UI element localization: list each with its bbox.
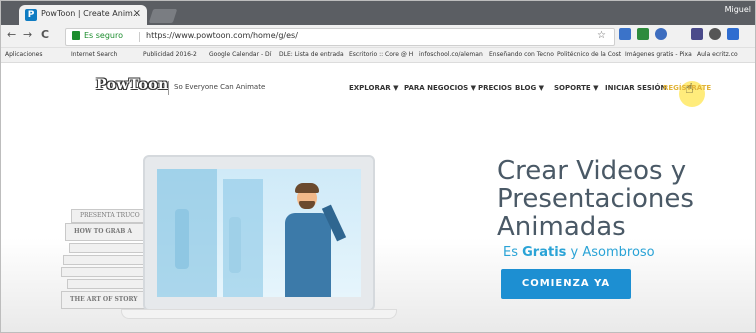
nav-support[interactable]: SOPORTE ▼	[554, 84, 599, 92]
bookmark-item[interactable]: Publicidad 2016-2	[143, 51, 197, 58]
new-tab-button[interactable]	[148, 9, 178, 23]
back-icon[interactable]: ←	[7, 28, 16, 41]
hero-title: Crear Videos y Presentaciones Animadas	[497, 157, 694, 241]
bookmark-item[interactable]: Enseñando con Tecno	[489, 51, 554, 58]
bookmark-item[interactable]: Politécnico de la Cost	[557, 51, 621, 58]
nav-blog[interactable]: BLOG ▼	[515, 84, 544, 92]
background-person	[229, 217, 241, 273]
bookmark-apps[interactable]: Aplicaciones	[5, 51, 42, 58]
extension-icon-6[interactable]	[727, 28, 739, 40]
nav-explore[interactable]: EXPLORAR ▼	[349, 84, 399, 92]
bookmark-item[interactable]: Internet Search	[71, 51, 117, 58]
laptop-screen	[157, 169, 361, 297]
powtoon-logo[interactable]: PowToon	[96, 77, 169, 93]
bookmark-item[interactable]: Imágenes gratis - Pixa	[625, 51, 692, 58]
cta-start-button[interactable]: COMIENZA YA	[501, 269, 631, 299]
lock-icon	[72, 31, 80, 40]
laptop-illustration	[143, 155, 375, 311]
extension-icon-4[interactable]	[691, 28, 703, 40]
bookmark-item[interactable]: Aula ecritz.co	[697, 51, 738, 58]
hero-title-line3: Animadas	[497, 212, 626, 242]
hero-title-line2: Presentaciones	[497, 184, 694, 214]
tab-title: PowToon | Create Anim...	[41, 9, 141, 18]
extension-icon-2[interactable]	[637, 28, 649, 40]
character-hair	[295, 183, 319, 193]
powtoon-favicon-icon: P	[25, 9, 37, 21]
browser-toolbar: ← → C Es seguro https://www.powtoon.com/…	[1, 25, 755, 48]
tab-close-icon[interactable]: ×	[133, 8, 141, 19]
site-tagline: So Everyone Can Animate	[174, 83, 266, 91]
address-separator	[139, 32, 140, 42]
character-beard	[299, 201, 315, 209]
background-person	[175, 209, 189, 269]
profile-name[interactable]: Miguel	[725, 5, 751, 14]
nav-business[interactable]: PARA NEGOCIOS ▼	[404, 84, 476, 92]
bookmark-item[interactable]: Escritorio :: Core @ H	[349, 51, 413, 58]
url-text[interactable]: https://www.powtoon.com/home/g/es/	[146, 31, 298, 40]
bookmark-item[interactable]: DLE: Lista de entrada	[279, 51, 344, 58]
logo-divider	[168, 81, 169, 95]
bookmark-item[interactable]: infoschool.co/aleman	[419, 51, 483, 58]
address-bar[interactable]: Es seguro https://www.powtoon.com/home/g…	[65, 28, 615, 46]
tab-strip: P PowToon | Create Anim... × Miguel	[1, 1, 755, 25]
hero-subtitle-prefix: Es	[503, 245, 523, 260]
hero-title-line1: Crear Videos y	[497, 156, 687, 186]
hero-subtitle-bold: Gratis	[522, 245, 567, 260]
reload-icon[interactable]: C	[41, 28, 49, 41]
browser-tab-powtoon[interactable]: P PowToon | Create Anim... ×	[19, 5, 147, 25]
secure-label: Es seguro	[84, 31, 124, 40]
extension-icon-5[interactable]	[709, 28, 721, 40]
nav-pricing[interactable]: PRECIOS	[478, 84, 512, 92]
web-page: PowToon So Everyone Can Animate EXPLORAR…	[1, 63, 755, 332]
browser-window: P PowToon | Create Anim... × Miguel ← → …	[0, 0, 756, 333]
bookmark-item[interactable]: Google Calendar - Dí	[209, 51, 271, 58]
nav-login[interactable]: INICIAR SESIÓN	[605, 84, 666, 92]
bookmarks-bar: Aplicaciones Internet Search Publicidad …	[1, 48, 755, 63]
extension-icon-1[interactable]	[619, 28, 631, 40]
bookmark-star-icon[interactable]: ☆	[597, 30, 606, 41]
laptop-base	[121, 309, 397, 319]
forward-icon[interactable]: →	[23, 28, 32, 41]
character-suit	[285, 213, 331, 297]
hand-pointer-icon: ☝	[685, 81, 694, 97]
extension-icon-3[interactable]	[655, 28, 667, 40]
hero-subtitle-suffix: y Asombroso	[566, 245, 655, 260]
hero-subtitle: Es Gratis y Asombroso	[503, 245, 655, 260]
